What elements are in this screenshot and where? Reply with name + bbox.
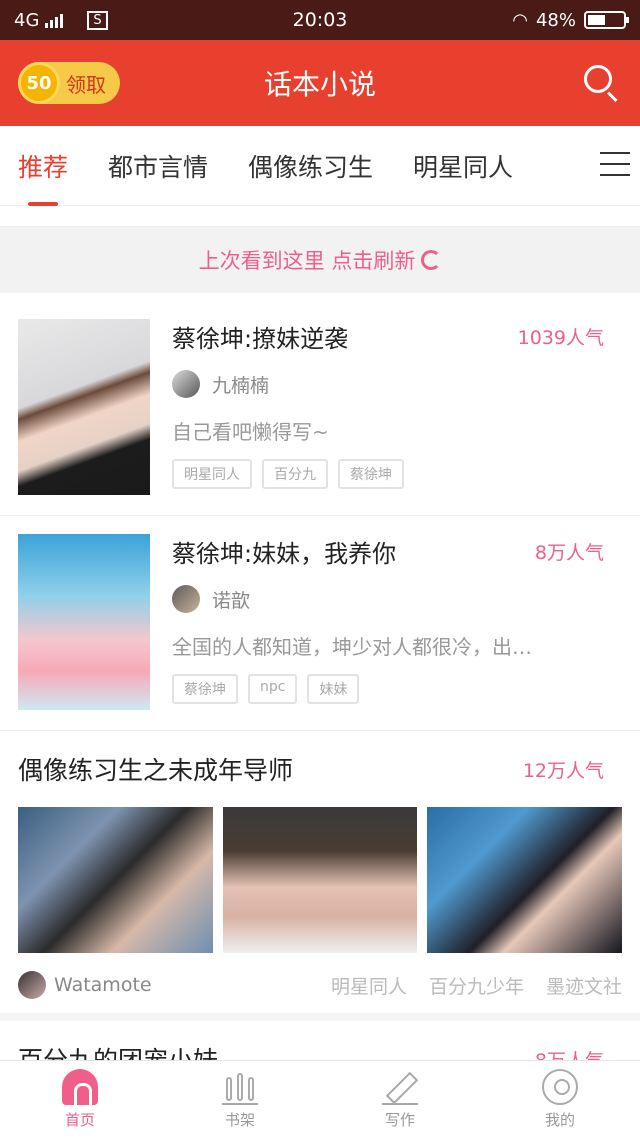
nav-home[interactable]: 首页	[0, 1061, 160, 1138]
category-tabs: 推荐 都市言情 偶像练习生 明星同人	[0, 126, 640, 206]
story-tag[interactable]: 蔡徐坤	[338, 459, 404, 489]
author-avatar	[172, 370, 200, 398]
story-description: 自己看吧懒得写~	[172, 420, 329, 444]
clock: 20:03	[292, 9, 348, 31]
claim-coins-button[interactable]: 50 领取	[18, 62, 120, 104]
story-description: 全国的人都知道，坤少对人都很冷，出…	[172, 635, 532, 659]
author-avatar	[18, 971, 46, 999]
story-popularity: 8万人气	[534, 542, 604, 564]
nav-label: 我的	[544, 1111, 575, 1129]
story-popularity: 1039人气	[517, 327, 604, 349]
story-cover-image	[18, 319, 150, 495]
story-tag[interactable]: 明星同人	[172, 459, 252, 489]
pencil-icon	[382, 1069, 418, 1105]
story-category[interactable]: 明星同人	[331, 972, 407, 999]
story-category[interactable]: 百分九少年	[429, 972, 524, 999]
refresh-icon	[421, 250, 442, 270]
story-tag[interactable]: 妹妹	[307, 674, 360, 704]
tab-celebrity-fanfic[interactable]: 明星同人	[413, 148, 513, 184]
app-header: 50 领取 话本小说	[0, 40, 640, 126]
author-name: Watamote	[54, 974, 152, 996]
bookshelf-icon	[222, 1069, 258, 1105]
story-title: 蔡徐坤:撩妹逆袭	[172, 325, 349, 353]
refresh-text: 上次看到这里 点击刷新	[198, 249, 416, 273]
story-card[interactable]: 蔡徐坤:妹妹，我养你 8万人气 诺歆 全国的人都知道，坤少对人都很冷，出… 蔡徐…	[0, 516, 640, 731]
story-tag[interactable]: 蔡徐坤	[172, 674, 238, 704]
nav-bookshelf[interactable]: 书架	[160, 1061, 320, 1138]
nav-label: 首页	[64, 1111, 95, 1129]
search-button[interactable]	[582, 63, 622, 103]
nav-label: 写作	[384, 1111, 415, 1129]
claim-label: 领取	[66, 72, 106, 97]
status-bar: 4G S 20:03 ◠ 48%	[0, 0, 640, 40]
featured-story-card[interactable]: 偶像练习生之未成年导师 12万人气 Watamote 明星同人 百分九少年 墨迹…	[0, 731, 640, 1021]
bottom-nav: 首页 书架 写作 我的	[0, 1060, 640, 1138]
refresh-bar[interactable]: 上次看到这里 点击刷新	[0, 227, 640, 293]
search-icon	[584, 65, 612, 93]
author-name: 九楠楠	[212, 374, 270, 397]
gallery-image	[222, 807, 418, 953]
tab-urban-romance[interactable]: 都市言情	[108, 148, 208, 184]
story-tag[interactable]: npc	[248, 674, 298, 704]
battery-icon	[584, 11, 629, 29]
story-gallery	[18, 807, 623, 953]
coin-icon: 50	[18, 62, 60, 104]
divider	[0, 206, 640, 227]
gallery-image	[18, 807, 213, 953]
author-name: 诺歆	[212, 589, 251, 612]
story-tag[interactable]: 百分九	[262, 459, 328, 489]
story-title: 偶像练习生之未成年导师	[18, 756, 294, 785]
menu-icon[interactable]	[600, 152, 630, 178]
author-avatar	[172, 585, 200, 613]
nav-write[interactable]: 写作	[320, 1061, 480, 1138]
nav-label: 书架	[224, 1111, 255, 1129]
story-category[interactable]: 墨迹文社	[546, 972, 622, 999]
story-card[interactable]: 蔡徐坤:撩妹逆袭 1039人气 九楠楠 自己看吧懒得写~ 明星同人 百分九 蔡徐…	[0, 293, 640, 516]
tab-idol-trainee[interactable]: 偶像练习生	[248, 148, 373, 184]
home-icon	[62, 1069, 98, 1108]
nav-profile[interactable]: 我的	[480, 1061, 640, 1138]
tab-recommended[interactable]: 推荐	[18, 148, 68, 206]
profile-icon	[542, 1069, 578, 1105]
story-title: 蔡徐坤:妹妹，我养你	[172, 540, 397, 568]
story-cover-image	[18, 534, 150, 710]
story-popularity: 12万人气	[522, 759, 604, 782]
gallery-image	[427, 807, 623, 953]
